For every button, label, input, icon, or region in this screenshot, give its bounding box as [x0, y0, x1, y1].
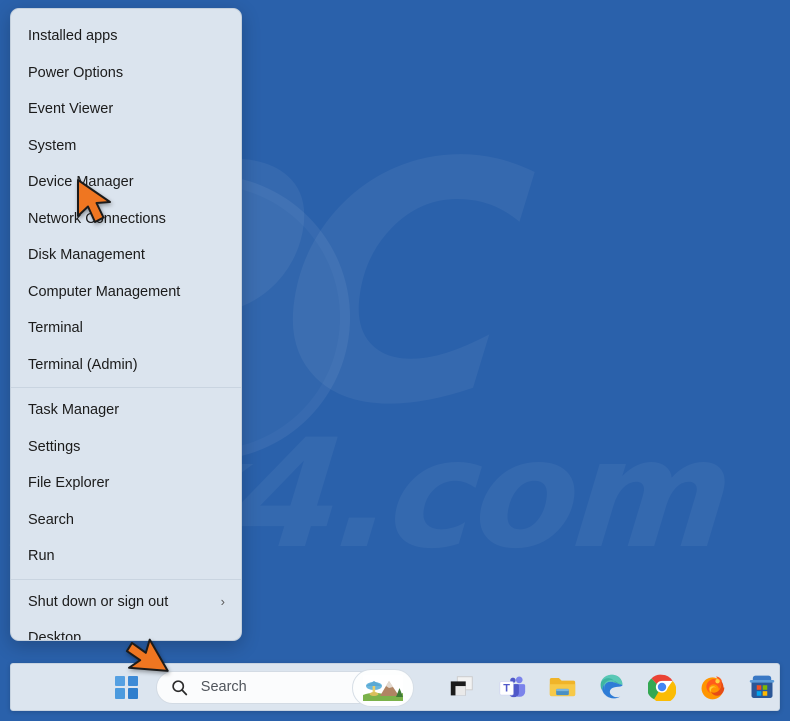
google-chrome-icon: [648, 674, 676, 701]
file-explorer-folder-icon: [549, 677, 575, 697]
menu-item-label: Desktop: [28, 630, 82, 641]
microsoft-store-icon: [749, 675, 775, 698]
taskbar: Search T: [10, 663, 780, 711]
windows-logo-icon: [114, 675, 138, 699]
menu-item-system[interactable]: System: [11, 128, 241, 165]
menu-item-file-explorer[interactable]: File Explorer: [11, 465, 241, 502]
task-view-button[interactable]: [445, 670, 479, 704]
microsoft-edge-icon: [600, 674, 623, 699]
menu-item-label: Disk Management: [28, 247, 145, 264]
menu-item-disk-management[interactable]: Disk Management: [11, 237, 241, 274]
menu-item-label: Computer Management: [28, 283, 181, 300]
firefox-button[interactable]: [695, 670, 729, 704]
menu-item-power-options[interactable]: Power Options: [11, 55, 241, 92]
chrome-button[interactable]: [645, 670, 679, 704]
menu-item-label: Settings: [28, 438, 81, 455]
menu-item-event-viewer[interactable]: Event Viewer: [11, 91, 241, 128]
menu-section-session: Shut down or sign out › Desktop: [11, 584, 241, 641]
menu-item-device-manager[interactable]: Device Manager: [11, 164, 241, 201]
menu-item-label: File Explorer: [28, 475, 110, 492]
menu-item-run[interactable]: Run: [11, 538, 241, 575]
menu-item-search[interactable]: Search: [11, 502, 241, 539]
menu-item-computer-management[interactable]: Computer Management: [11, 274, 241, 311]
menu-section-system: Installed apps Power Options Event Viewe…: [11, 18, 241, 383]
task-view-icon: [450, 676, 473, 696]
menu-item-terminal-admin[interactable]: Terminal (Admin): [11, 347, 241, 384]
mozilla-firefox-icon: [701, 676, 724, 699]
search-placeholder: Search: [200, 679, 247, 695]
menu-item-task-manager[interactable]: Task Manager: [11, 392, 241, 429]
menu-item-label: Installed apps: [28, 28, 118, 45]
menu-item-network-connections[interactable]: Network Connections: [11, 201, 241, 238]
desktop-screen: PC isk4.com Installed apps Power Options…: [0, 0, 790, 721]
teams-button[interactable]: T: [495, 670, 529, 704]
chevron-right-icon: ›: [220, 594, 225, 610]
menu-item-label: System: [28, 137, 77, 154]
edge-button[interactable]: [595, 670, 629, 704]
menu-item-label: Event Viewer: [28, 101, 114, 118]
file-explorer-button[interactable]: [545, 670, 579, 704]
microsoft-teams-icon: T: [499, 676, 525, 697]
svg-text:T: T: [503, 682, 510, 694]
menu-item-label: Task Manager: [28, 402, 120, 419]
widgets-button[interactable]: [352, 668, 414, 707]
store-button[interactable]: [745, 670, 779, 704]
menu-item-terminal[interactable]: Terminal: [11, 310, 241, 347]
menu-item-installed-apps[interactable]: Installed apps: [11, 18, 241, 55]
menu-separator: [11, 578, 241, 580]
menu-item-label: Search: [28, 511, 74, 528]
menu-item-label: Terminal (Admin): [28, 356, 138, 373]
menu-item-label: Terminal: [28, 320, 83, 337]
menu-item-label: Power Options: [28, 64, 124, 81]
menu-item-desktop[interactable]: Desktop: [11, 620, 241, 641]
menu-item-shut-down-or-sign-out[interactable]: Shut down or sign out ›: [11, 584, 241, 621]
menu-item-label: Network Connections: [28, 210, 166, 227]
search-input[interactable]: Search: [155, 668, 414, 707]
menu-item-settings[interactable]: Settings: [11, 429, 241, 466]
menu-section-tools: Task Manager Settings File Explorer Sear…: [11, 392, 241, 575]
menu-separator: [11, 387, 241, 388]
search-icon: [171, 679, 188, 696]
menu-item-label: Device Manager: [28, 174, 134, 191]
winx-power-user-menu[interactable]: Installed apps Power Options Event Viewe…: [10, 8, 242, 641]
menu-top-padding: [11, 9, 241, 18]
start-button[interactable]: [105, 667, 148, 707]
pinned-apps-group: T: [445, 670, 779, 704]
menu-item-label: Run: [28, 548, 55, 565]
menu-item-label: Shut down or sign out: [28, 593, 169, 610]
weather-landscape-icon: [363, 674, 403, 701]
